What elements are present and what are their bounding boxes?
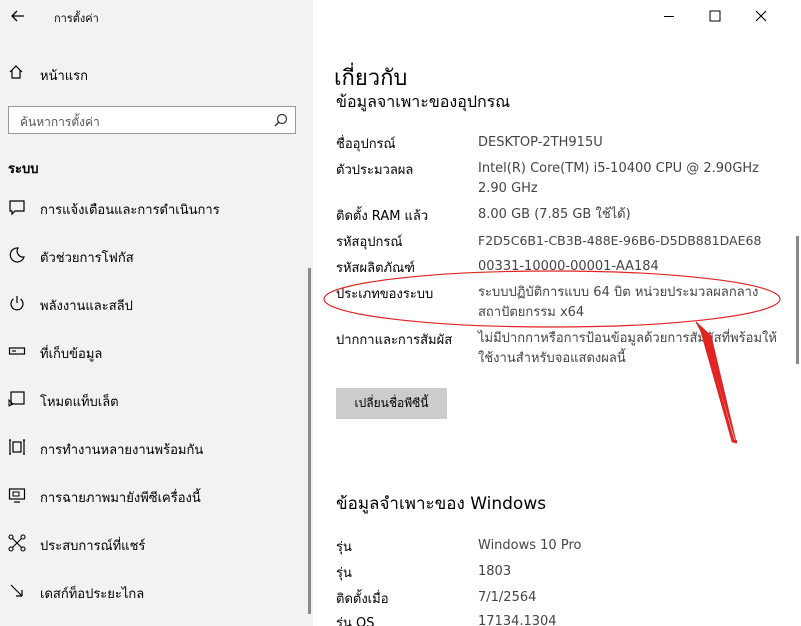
nav-item-remote-desktop[interactable]: เดสก์ท็อประยะไกล	[0, 573, 313, 609]
spec-value: 00331-10000-00001-AA184	[478, 259, 659, 274]
spec-key: ติดตั้ง RAM แล้ว	[336, 209, 429, 224]
back-arrow-icon	[11, 10, 24, 22]
search-icon[interactable]	[273, 112, 289, 128]
section-heading: ระบบ	[8, 162, 39, 177]
spec-key: รุ่น	[336, 566, 352, 581]
spec-key: ชื่ออุปกรณ์	[336, 137, 396, 152]
remote-desktop-icon	[10, 584, 23, 597]
spec-key: ตัวประมวลผล	[336, 163, 414, 178]
nav-item-multitasking[interactable]: การทำงานหลายงานพร้อมกัน	[0, 429, 313, 465]
nav-item-label: ประสบการณ์ที่แชร์	[40, 539, 146, 554]
nav-item-tablet-mode[interactable]: โหมดแท็บเล็ต	[0, 381, 313, 417]
maximize-icon[interactable]	[705, 6, 725, 26]
home-label: หน้าแรก	[40, 69, 88, 84]
rename-pc-button[interactable]: เปลี่ยนชื่อพีซีนี้	[336, 388, 447, 419]
spec-value: F2D5C6B1-CB3B-488E-96B6-D5DB881DAE68	[478, 233, 762, 248]
nav-item-shared-experiences[interactable]: ประสบการณ์ที่แชร์	[0, 525, 313, 561]
minimize-icon[interactable]	[659, 6, 679, 26]
close-icon[interactable]	[751, 6, 771, 26]
home-link[interactable]: หน้าแรก	[0, 58, 313, 88]
spec-value: Windows 10 Pro	[478, 538, 582, 553]
spec-value: ไม่มีปากกาหรือการป้อนข้อมูลด้วยการสัมผัส…	[478, 331, 777, 366]
nav-item-label: ที่เก็บข้อมูล	[40, 347, 103, 362]
power-icon	[10, 296, 24, 311]
sidebar: การตั้งค่า หน้าแรก ค้นหาการตั้งค่า ระบบ …	[0, 0, 313, 626]
nav-item-label: การแจ้งเตือนและการดำเนินการ	[40, 203, 220, 218]
spec-key: ประเภทของระบบ	[336, 287, 434, 302]
nav-item-label: การทำงานหลายงานพร้อมกัน	[40, 443, 204, 458]
nav-item-focus-assist[interactable]: ตัวช่วยการโฟกัส	[0, 237, 313, 273]
spec-value: 8.00 GB (7.85 GB ใช้ได้)	[478, 207, 631, 222]
spec-key: รุ่น OS	[336, 616, 375, 626]
spec-value: 17134.1304	[478, 614, 557, 626]
back-button[interactable]	[8, 6, 28, 26]
shared-icon	[8, 534, 26, 552]
spec-key: ปากกาและการสัมผัส	[336, 333, 453, 348]
multitask-icon	[9, 439, 25, 455]
home-icon	[9, 65, 23, 79]
nav-item-label: ตัวช่วยการโฟกัส	[40, 251, 134, 266]
tablet-icon	[8, 391, 25, 407]
device-specs-heading: ข้อมูลจาเพาะของอุปกรณ	[336, 92, 511, 111]
nav-item-power[interactable]: พลังงานและสลีป	[0, 285, 313, 321]
spec-value: Intel(R) Core(TM) i5-10400 CPU @ 2.90GHz…	[478, 161, 759, 196]
spec-key: รหัสอุปกรณ์	[336, 235, 403, 250]
window-controls	[641, 0, 801, 32]
search-box[interactable]: ค้นหาการตั้งค่า	[8, 106, 296, 134]
content-scrollbar[interactable]	[796, 236, 799, 364]
app-title: การตั้งค่า	[54, 12, 99, 25]
nav-item-label: พลังงานและสลีป	[40, 299, 133, 314]
moon-icon	[9, 247, 25, 263]
nav-item-projecting[interactable]: การฉายภาพมายังพีซีเครื่องนี้	[0, 477, 313, 513]
search-input[interactable]: ค้นหาการตั้งค่า	[20, 113, 100, 132]
spec-value: ระบบปฏิบัติการแบบ 64 บิต หน่วยประมวลผลกล…	[478, 285, 759, 320]
projecting-icon	[8, 488, 26, 503]
spec-key: รุ่น	[336, 540, 352, 555]
nav-item-label: เดสก์ท็อประยะไกล	[40, 587, 145, 602]
nav-item-label: การฉายภาพมายังพีซีเครื่องนี้	[40, 491, 201, 506]
nav-item-notifications[interactable]: การแจ้งเตือนและการดำเนินการ	[0, 189, 313, 225]
spec-key: ติดตั้งเมื่อ	[336, 592, 389, 607]
storage-icon	[8, 347, 26, 355]
title-bar: การตั้งค่า	[0, 0, 313, 34]
spec-value: 1803	[478, 564, 512, 579]
windows-specs-heading: ข้อมูลจำเพาะของ Windows	[336, 494, 547, 514]
nav-item-storage[interactable]: ที่เก็บข้อมูล	[0, 333, 313, 369]
nav-item-label: โหมดแท็บเล็ต	[40, 395, 119, 410]
spec-key: รหัสผลิตภัณฑ์	[336, 261, 415, 276]
sidebar-scrollbar[interactable]	[308, 268, 311, 614]
spec-value: DESKTOP-2TH915U	[478, 135, 603, 150]
notification-icon	[9, 200, 25, 216]
spec-value: 7/1/2564	[478, 590, 537, 605]
